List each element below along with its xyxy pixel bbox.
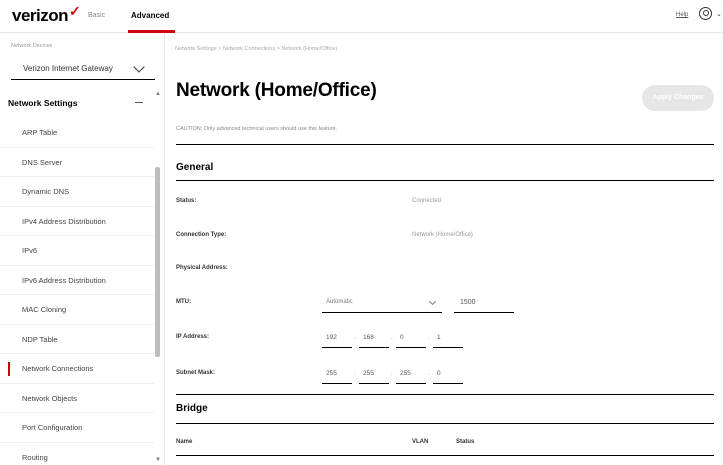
subnet-octet-2-input[interactable]: 255 — [359, 364, 389, 384]
device-select[interactable]: Verizon Internet Gateway — [11, 58, 155, 80]
active-tab-indicator — [128, 30, 175, 33]
mtu-mode-value: Automatic — [326, 299, 353, 305]
chevron-down-icon[interactable]: ⌄ — [716, 10, 722, 18]
divider — [176, 144, 714, 145]
bridge-col-status: Status — [456, 439, 475, 445]
sidebar-scrollbar[interactable] — [155, 167, 160, 357]
mtu-label: MTU: — [176, 299, 191, 305]
general-section-title: General — [176, 162, 214, 173]
nav-advanced-tab[interactable]: Advanced — [131, 11, 169, 20]
sidebar-item-dynamic-dns[interactable]: Dynamic DNS — [0, 177, 154, 207]
sidebar-item-network-connections[interactable]: Network Connections — [0, 354, 154, 384]
octet-separator: . — [391, 370, 393, 377]
chevron-down-icon — [133, 61, 145, 73]
scroll-up-arrow-icon[interactable]: ▲ — [155, 91, 161, 97]
ip-octet-2-input[interactable]: 168 — [359, 328, 389, 348]
sidebar-item-ipv6-address-distribution[interactable]: IPv6 Address Distribution — [0, 266, 154, 295]
device-select-label: Network Devices — [11, 43, 53, 49]
bridge-col-vlan: VLAN — [412, 439, 429, 445]
chevron-down-icon — [428, 297, 437, 306]
ip-octet-1-input[interactable]: 192 — [322, 328, 352, 348]
main-content: Network Settings > Network Connections >… — [166, 34, 723, 465]
sidebar-item-arp-table[interactable]: ARP Table — [0, 118, 154, 148]
ip-octet-3-input[interactable]: 0 — [396, 328, 426, 348]
bridge-col-name: Name — [176, 439, 193, 445]
apply-changes-button[interactable]: Apply Changes — [642, 85, 714, 111]
top-bar: verizon✓ Basic Advanced Help ⌄ — [0, 0, 723, 33]
nav-basic-tab[interactable]: Basic — [88, 12, 105, 19]
octet-separator: . — [391, 334, 393, 341]
subnet-octet-3-input[interactable]: 255 — [396, 364, 426, 384]
device-select-value: Verizon Internet Gateway — [23, 64, 113, 73]
sidebar-item-ipv6[interactable]: IPv6 — [0, 236, 154, 266]
breadcrumb[interactable]: Network Settings > Network Connections >… — [175, 46, 337, 52]
mtu-value-input[interactable]: 1500 — [454, 293, 514, 313]
sidebar-item-port-configuration[interactable]: Port Configuration — [0, 413, 154, 443]
sidebar-item-ipv4-address-distribution[interactable]: IPv4 Address Distribution — [0, 207, 154, 236]
divider — [176, 180, 714, 181]
sidebar-section-title[interactable]: Network Settings — [8, 98, 77, 108]
octet-separator: . — [354, 370, 356, 377]
physical-address-label: Physical Address: — [176, 265, 228, 271]
caution-text: CAUTION: Only advanced technical users s… — [176, 126, 338, 132]
sidebar: Network Devices Verizon Internet Gateway… — [0, 34, 165, 465]
mtu-mode-select[interactable]: Automatic — [322, 293, 442, 313]
octet-separator: . — [428, 334, 430, 341]
sidebar-item-ndp-table[interactable]: NDP Table — [0, 325, 154, 354]
subnet-octet-1-input[interactable]: 255 — [322, 364, 352, 384]
sidebar-item-mac-cloning[interactable]: MAC Cloning — [0, 295, 154, 325]
ip-octet-4-input[interactable]: 1 — [433, 328, 463, 348]
help-link[interactable]: Help — [676, 12, 688, 18]
connection-type-value: Network (Home/Office) — [412, 232, 473, 238]
status-value: Connected — [412, 198, 442, 204]
sidebar-item-routing[interactable]: Routing — [0, 443, 154, 465]
sidebar-item-dns-server[interactable]: DNS Server — [0, 148, 154, 177]
divider — [176, 455, 714, 456]
subnet-octet-4-input[interactable]: 0 — [433, 364, 463, 384]
connection-type-label: Connection Type: — [176, 232, 227, 238]
collapse-icon[interactable] — [135, 102, 143, 103]
bridge-section-title: Bridge — [176, 403, 208, 414]
divider — [176, 423, 714, 424]
sidebar-list: ARP Table DNS Server Dynamic DNS IPv4 Ad… — [0, 118, 154, 465]
checkmark-icon: ✓ — [69, 3, 81, 19]
page-title: Network (Home/Office) — [176, 80, 377, 101]
octet-separator: . — [354, 334, 356, 341]
subnet-mask-label: Subnet Mask: — [176, 370, 216, 376]
ip-address-label: IP Address: — [176, 334, 210, 340]
scroll-down-arrow-icon[interactable]: ▼ — [155, 457, 161, 463]
divider — [176, 394, 714, 395]
user-icon[interactable] — [699, 7, 712, 20]
verizon-logo[interactable]: verizon✓ — [12, 3, 81, 26]
sidebar-item-network-objects[interactable]: Network Objects — [0, 384, 154, 413]
status-label: Status: — [176, 198, 197, 204]
octet-separator: . — [428, 370, 430, 377]
